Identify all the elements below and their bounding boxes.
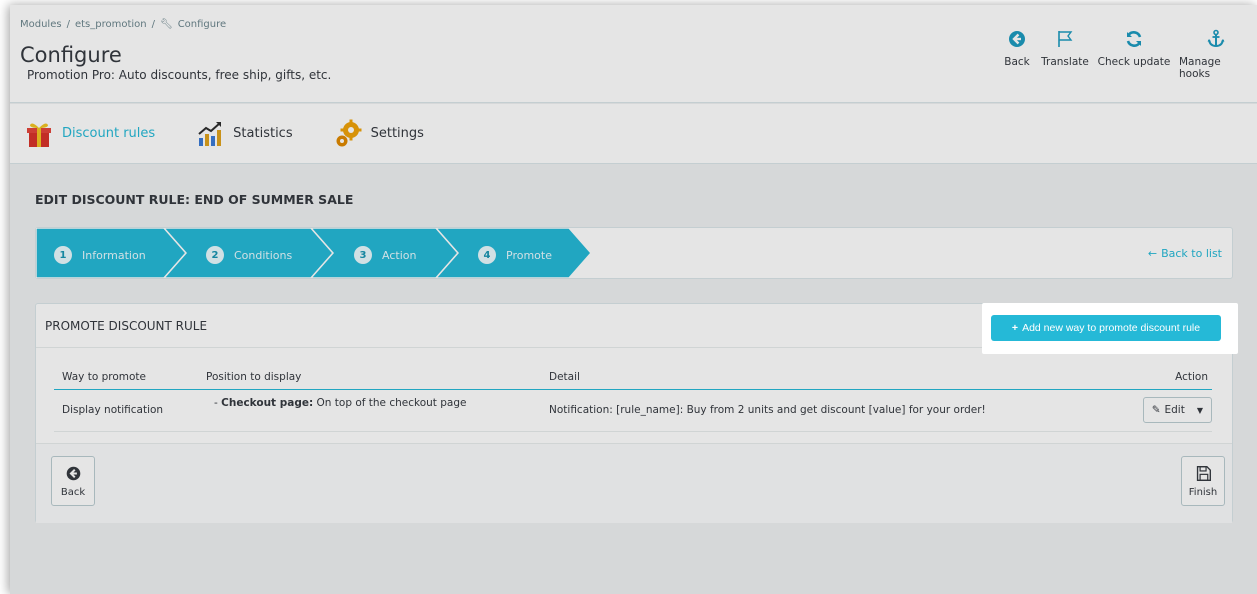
flag-icon: [1058, 31, 1073, 47]
page-header: Modules / ets_promotion / 🔧︎ Configure C…: [10, 5, 1257, 103]
step-2-label: Conditions: [234, 248, 293, 262]
toolbar-manage-hooks-label: Manage hooks: [1179, 56, 1221, 80]
finish-button[interactable]: Finish: [1181, 456, 1225, 506]
add-promote-way-label: Add new way to promote discount rule: [1022, 322, 1201, 334]
finish-label: Finish: [1188, 486, 1218, 498]
chart-icon: [198, 121, 222, 146]
card-title: PROMOTE DISCOUNT RULE: [45, 319, 208, 333]
section-title: EDIT DISCOUNT RULE: END OF SUMMER SALE: [35, 192, 354, 207]
toolbar-check-update-button[interactable]: Check update: [1093, 29, 1175, 68]
wrench-icon: 🔧︎: [159, 19, 173, 30]
column-action-header: Action: [1175, 371, 1208, 383]
save-icon: [1196, 465, 1211, 481]
edit-label: Edit: [1164, 404, 1185, 416]
breadcrumb: Modules / ets_promotion / 🔧︎ Configure: [20, 19, 226, 30]
breadcrumb-configure: Configure: [177, 19, 227, 30]
back-circle-icon: [66, 466, 80, 480]
toolbar-back-button[interactable]: Back: [997, 29, 1037, 68]
row-position: - Checkout page: On top of the checkout …: [206, 397, 466, 409]
toolbar-translate-button[interactable]: Translate: [1037, 29, 1093, 68]
row-position-dash: -: [214, 397, 218, 409]
page-title: Configure: [20, 43, 122, 67]
toolbar-manage-hooks-button[interactable]: Manage hooks: [1175, 29, 1257, 80]
edit-button[interactable]: ✎ Edit: [1144, 398, 1193, 422]
action-dropdown-toggle[interactable]: ▼: [1193, 398, 1211, 422]
steps-panel: 1 Information 2 Conditions 3 Action 4 Pr…: [35, 227, 1233, 279]
back-to-list-link[interactable]: ← Back to list: [1148, 247, 1222, 260]
add-promote-way-button[interactable]: + Add new way to promote discount rule: [991, 315, 1221, 341]
plus-icon: +: [1011, 322, 1019, 334]
breadcrumb-separator: /: [151, 19, 155, 30]
step-3-number: 3: [354, 246, 372, 264]
gift-icon: [27, 123, 51, 147]
tab-discount-rules-label: Discount rules: [62, 126, 156, 141]
arrow-left-icon: ←: [1147, 247, 1158, 260]
row-way: Display notification: [62, 404, 164, 416]
breadcrumb-separator: /: [66, 19, 70, 30]
pencil-icon: ✎: [1151, 404, 1161, 416]
table-header-row: Way to promote Position to display Detai…: [54, 362, 1212, 390]
row-position-value: On top of the checkout page: [316, 397, 467, 409]
footer-back-label: Back: [60, 486, 86, 498]
card-footer: Back Finish: [36, 443, 1232, 523]
tab-statistics-label: Statistics: [233, 126, 293, 141]
footer-back-button[interactable]: Back: [51, 456, 95, 506]
step-4-label: Promote: [506, 248, 552, 262]
app-window: Modules / ets_promotion / 🔧︎ Configure C…: [10, 5, 1257, 594]
anchor-icon: [1207, 29, 1225, 48]
tab-settings[interactable]: Settings: [333, 119, 424, 149]
caret-down-icon: ▼: [1196, 405, 1203, 415]
tab-discount-rules[interactable]: Discount rules: [24, 119, 155, 149]
toolbar-check-update-label: Check update: [1097, 56, 1171, 68]
step-1-label: Information: [82, 248, 146, 262]
step-1[interactable]: 1 Information: [54, 246, 146, 264]
promote-table: Way to promote Position to display Detai…: [54, 362, 1212, 432]
breadcrumb-module-name[interactable]: ets_promotion: [75, 19, 147, 30]
toolbar-translate-label: Translate: [1041, 56, 1089, 68]
page-subtitle: Promotion Pro: Auto discounts, free ship…: [27, 68, 332, 82]
column-way-header: Way to promote: [62, 371, 146, 383]
highlight-frame: + Add new way to promote discount rule: [982, 303, 1238, 354]
back-circle-icon: [1009, 31, 1025, 47]
table-row: Display notification - Checkout page: On…: [54, 390, 1212, 432]
step-2[interactable]: 2 Conditions: [206, 246, 292, 264]
step-4-number: 4: [478, 246, 496, 264]
toolbar-back-label: Back: [1004, 56, 1030, 68]
refresh-icon: [1126, 31, 1142, 47]
row-detail: Notification: [rule_name]: Buy from 2 un…: [549, 404, 986, 416]
row-position-label: Checkout page:: [221, 397, 314, 409]
breadcrumb-modules[interactable]: Modules: [20, 19, 62, 30]
row-action-group: ✎ Edit ▼: [1142, 397, 1212, 423]
step-3-label: Action: [382, 248, 417, 262]
column-detail-header: Detail: [549, 371, 580, 383]
column-position-header: Position to display: [206, 371, 302, 383]
module-tabs: Discount rules Statistics Settings: [10, 104, 1257, 164]
tab-statistics[interactable]: Statistics: [195, 119, 293, 149]
step-2-number: 2: [206, 246, 224, 264]
step-3[interactable]: 3 Action: [354, 246, 416, 264]
tab-settings-label: Settings: [370, 126, 424, 141]
header-toolbar: Back Translate Check update Manage hooks: [997, 29, 1257, 80]
gear-icon: [336, 119, 362, 146]
back-to-list-label: Back to list: [1161, 247, 1222, 260]
step-1-number: 1: [54, 246, 72, 264]
step-4[interactable]: 4 Promote: [478, 246, 552, 264]
